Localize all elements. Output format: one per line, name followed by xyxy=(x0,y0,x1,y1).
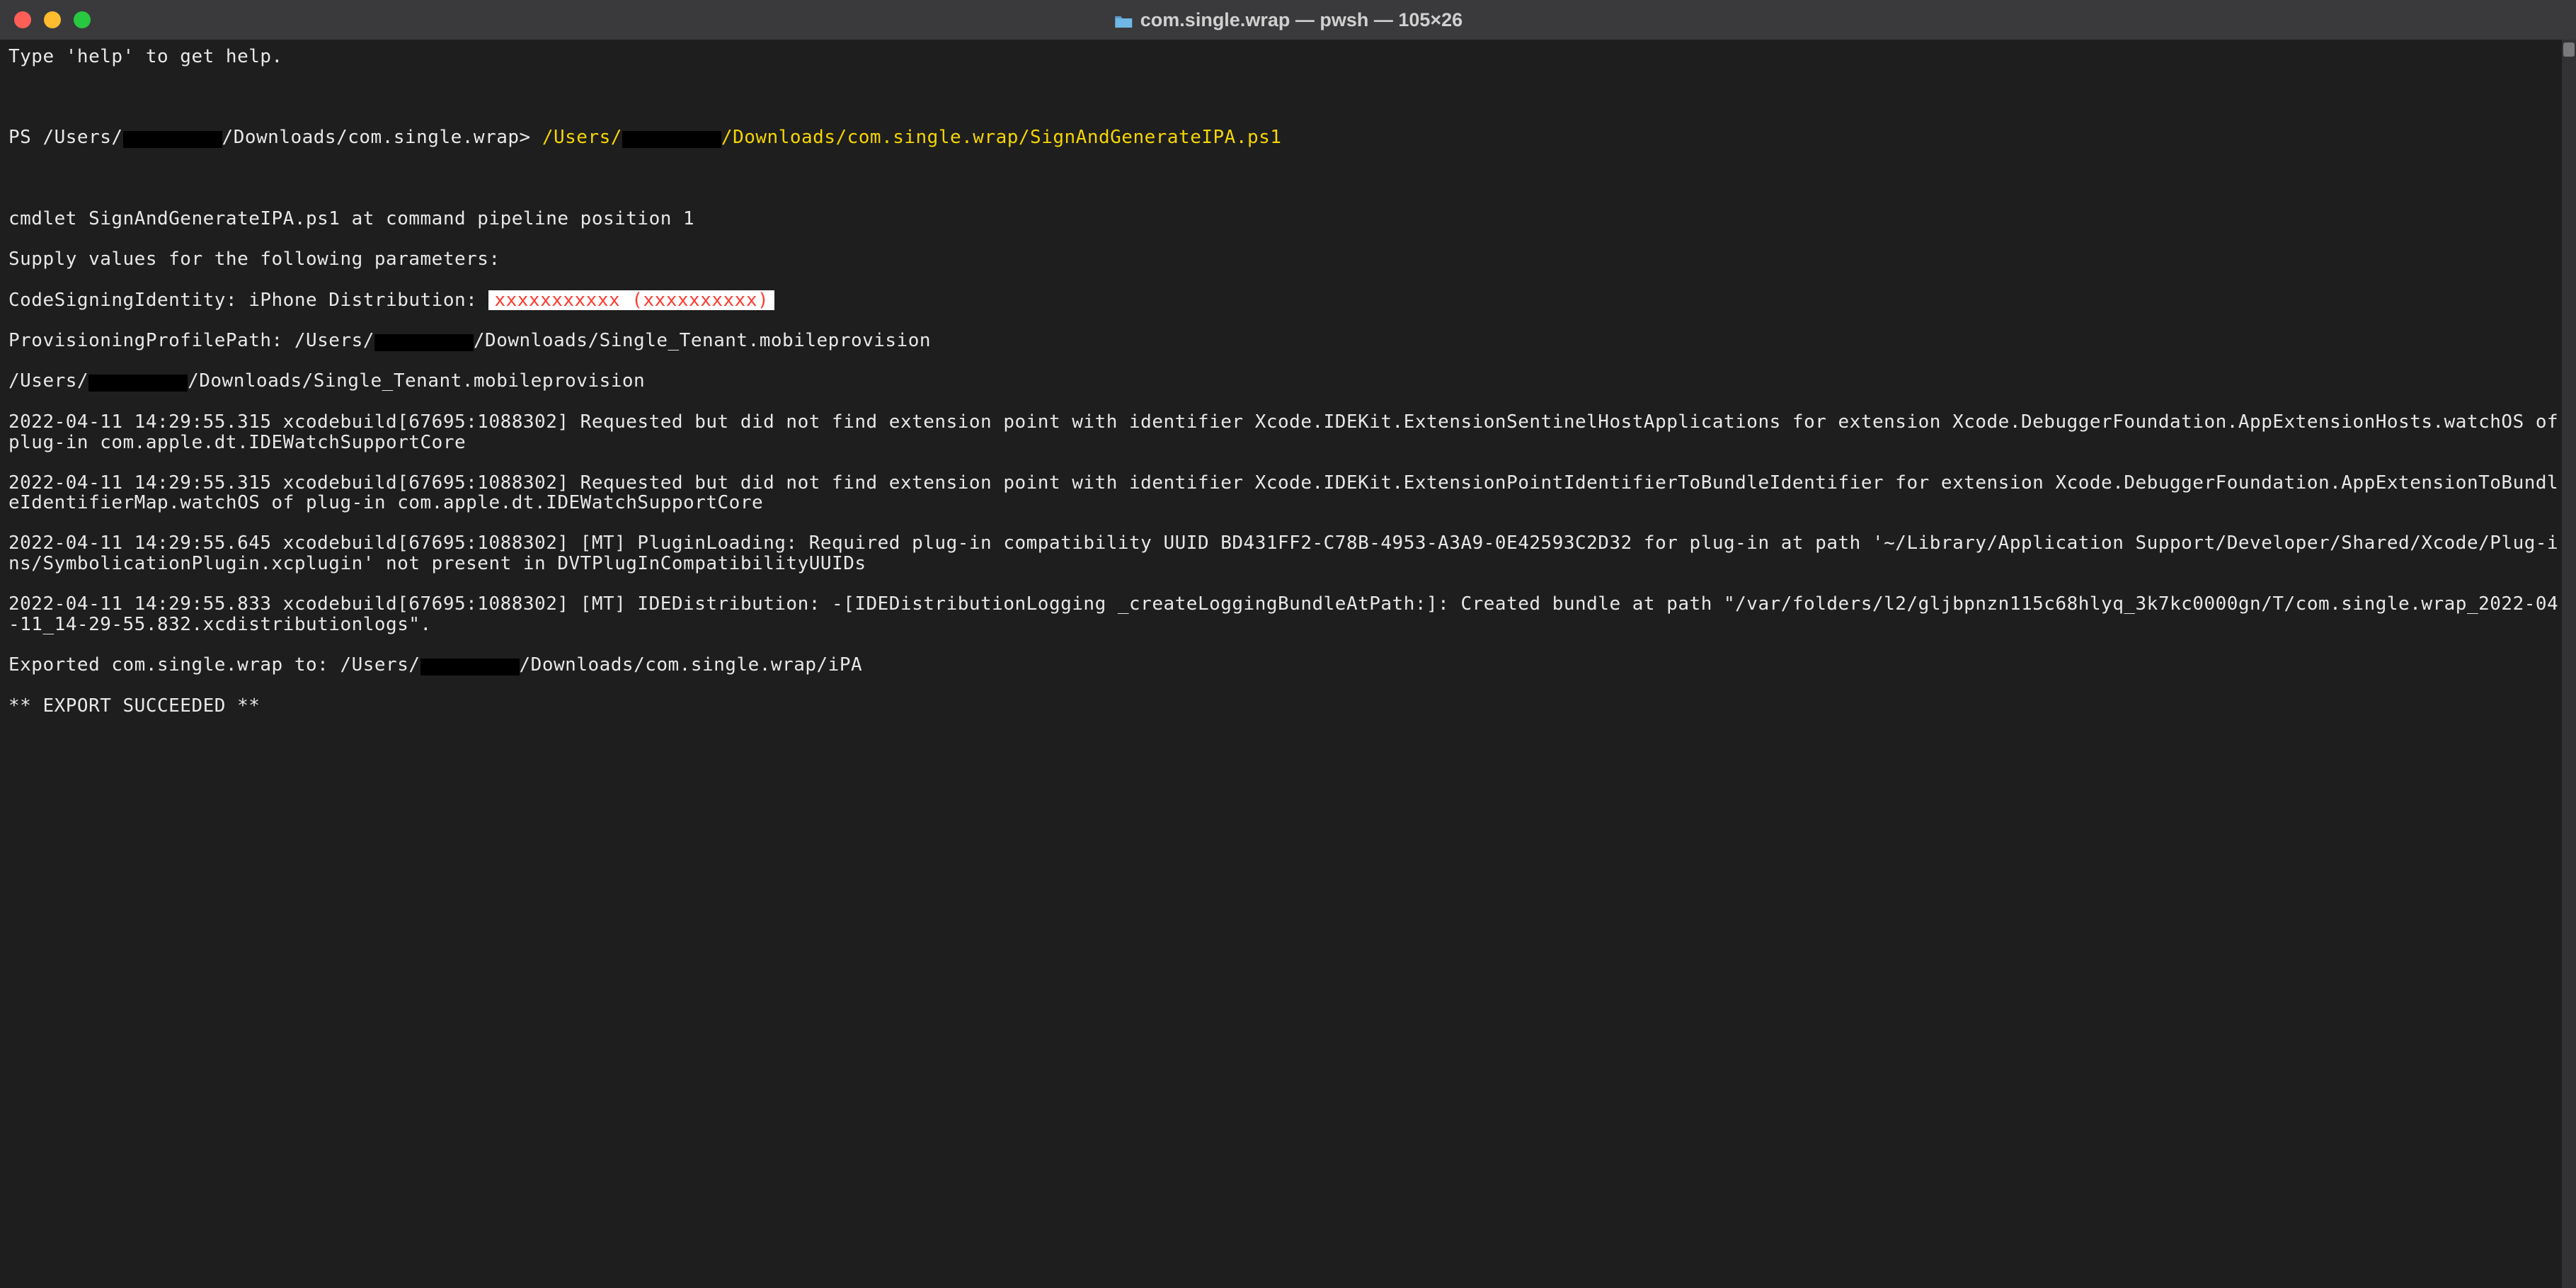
cmdlet-line: cmdlet SignAndGenerateIPA.ps1 at command… xyxy=(8,209,2568,229)
redacted-user-3 xyxy=(374,334,474,351)
exported-suffix: /Downloads/com.single.wrap/iPA xyxy=(520,654,863,676)
prompt-path: /Downloads/com.single.wrap> xyxy=(222,127,542,148)
titlebar: com.single.wrap — pwsh — 105×26 xyxy=(0,0,2576,40)
provprofile-path: /Downloads/Single_Tenant.mobileprovision xyxy=(474,330,931,351)
supply-line: Supply values for the following paramete… xyxy=(8,249,2568,270)
provprofile-label: ProvisioningProfilePath: /Users/ xyxy=(8,330,374,351)
blank-line-2 xyxy=(8,169,2568,189)
terminal-window: com.single.wrap — pwsh — 105×26 Type 'he… xyxy=(0,0,2576,1288)
echo-line: /Users/ /Downloads/Single_Tenant.mobilepr… xyxy=(8,371,2568,392)
provprofile-line: ProvisioningProfilePath: /Users/ /Downloa… xyxy=(8,331,2568,351)
blank-line xyxy=(8,87,2568,108)
terminal-content[interactable]: Type 'help' to get help. PS /Users/ /Down… xyxy=(0,40,2576,1288)
help-line: Type 'help' to get help. xyxy=(8,47,2568,67)
scrollbar[interactable] xyxy=(2562,40,2576,1288)
exported-line: Exported com.single.wrap to: /Users/ /Dow… xyxy=(8,655,2568,676)
cmd-part2: /Downloads/com.single.wrap/SignAndGenera… xyxy=(721,127,1282,148)
redacted-user-4 xyxy=(88,375,188,392)
log-line-1: 2022-04-11 14:29:55.315 xcodebuild[67695… xyxy=(8,412,2568,452)
close-button[interactable] xyxy=(14,11,31,28)
codesign-redacted: xxxxxxxxxxx (xxxxxxxxxx) xyxy=(488,290,774,311)
cmd-part1: /Users/ xyxy=(542,127,622,148)
prompt-prefix: PS /Users/ xyxy=(8,127,123,148)
log-line-2: 2022-04-11 14:29:55.315 xcodebuild[67695… xyxy=(8,473,2568,513)
echo-users: /Users/ xyxy=(8,370,88,392)
exported-prefix: Exported com.single.wrap to: /Users/ xyxy=(8,654,420,676)
window-title-text: com.single.wrap — pwsh — 105×26 xyxy=(1140,9,1462,31)
codesign-label: CodeSigningIdentity: iPhone Distribution… xyxy=(8,290,488,311)
prompt-line: PS /Users/ /Downloads/com.single.wrap> /U… xyxy=(8,127,2568,148)
window-title: com.single.wrap — pwsh — 105×26 xyxy=(1114,9,1462,31)
maximize-button[interactable] xyxy=(74,11,91,28)
log-line-4: 2022-04-11 14:29:55.833 xcodebuild[67695… xyxy=(8,594,2568,634)
echo-path: /Downloads/Single_Tenant.mobileprovision xyxy=(188,370,645,392)
redacted-user-5 xyxy=(420,659,520,676)
folder-icon xyxy=(1114,12,1133,28)
redacted-user-2 xyxy=(622,131,721,148)
log-line-3: 2022-04-11 14:29:55.645 xcodebuild[67695… xyxy=(8,533,2568,574)
scrollbar-thumb[interactable] xyxy=(2563,42,2575,57)
redacted-user-1 xyxy=(123,131,222,148)
succeeded-line: ** EXPORT SUCCEEDED ** xyxy=(8,696,2568,717)
minimize-button[interactable] xyxy=(44,11,61,28)
traffic-lights xyxy=(14,11,91,28)
codesign-line: CodeSigningIdentity: iPhone Distribution… xyxy=(8,290,2568,311)
